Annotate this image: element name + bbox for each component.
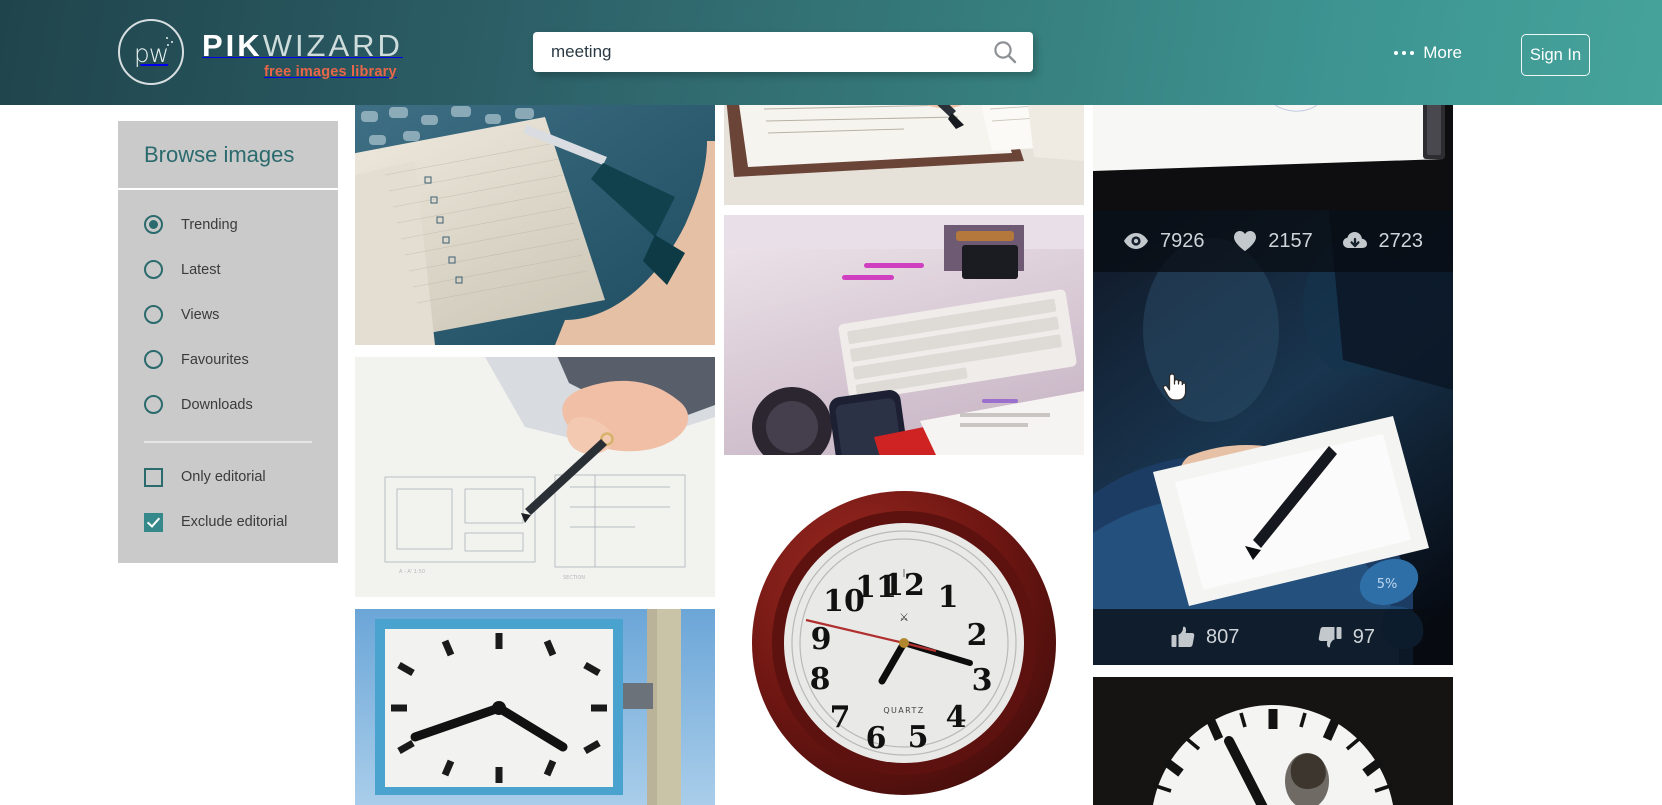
sidebar-item-favourites[interactable]: Favourites [118, 337, 338, 382]
search-bar[interactable] [533, 32, 1033, 72]
logo-circle-mark: pw [118, 19, 184, 85]
site-header: pw PIKWIZARD free images library More Si… [0, 0, 1662, 105]
radio-latest-icon[interactable] [144, 260, 163, 279]
logo-wordmark: PIKWIZARD free images library [202, 25, 403, 80]
svg-text:3: 3 [972, 663, 993, 698]
more-menu-button[interactable]: More [1393, 43, 1462, 63]
svg-text:SECTION: SECTION [563, 575, 585, 581]
svg-text:2: 2 [967, 618, 988, 653]
svg-text:8: 8 [810, 662, 831, 697]
svg-text:7: 7 [830, 700, 851, 735]
logo-name-light: WIZARD [262, 27, 403, 63]
image-stats-bottom-overlay: 807 97 [1093, 609, 1453, 665]
heart-icon [1234, 231, 1257, 251]
svg-text:4: 4 [946, 700, 967, 735]
stat-dislikes-value: 97 [1352, 625, 1375, 648]
svg-text:1: 1 [938, 580, 959, 615]
filter-label-exclude-editorial: Exclude editorial [181, 514, 288, 530]
sidebar-title: Browse images [118, 121, 338, 190]
site-logo[interactable]: pw PIKWIZARD free images library [118, 16, 403, 88]
photo-notebook-checklist [355, 105, 715, 345]
filter-item-exclude-editorial[interactable]: Exclude editorial [118, 500, 338, 545]
sidebar-item-latest[interactable]: Latest [118, 247, 338, 292]
editorial-filter-list: Only editorial Exclude editorial [118, 455, 338, 545]
stat-views-value: 7926 [1160, 229, 1205, 252]
stat-downloads: 2723 [1342, 229, 1424, 253]
search-icon [994, 41, 1017, 64]
radio-views-icon[interactable] [144, 305, 163, 324]
filter-item-only-editorial[interactable]: Only editorial [118, 455, 338, 500]
radio-favourites-icon[interactable] [144, 350, 163, 369]
logo-mark-text: pw [133, 39, 169, 68]
cloud-download-icon [1342, 232, 1367, 248]
stat-favourites-value: 2157 [1268, 229, 1313, 252]
stat-views: 7926 [1123, 230, 1205, 253]
stat-dislikes[interactable]: 97 [1318, 626, 1375, 649]
search-submit-button[interactable] [977, 32, 1033, 72]
photo-blueprint-drafting: A - A' 1:50 SECTION [355, 357, 715, 597]
photo-wall-clock: 12 1 2 3 4 5 6 7 8 9 10 11 QUARTZ ⚔ [724, 465, 1084, 805]
sidebar-label-views: Views [181, 306, 220, 323]
svg-text:5%: 5% [1377, 577, 1398, 592]
sort-option-list: Trending Latest Views Favourites Downloa… [118, 190, 338, 427]
image-card-street-clock[interactable] [355, 609, 715, 805]
eye-icon [1124, 233, 1148, 249]
image-card-desk-keyboard[interactable] [724, 215, 1084, 455]
stat-downloads-value: 2723 [1378, 229, 1424, 252]
image-card-blueprint-drafting[interactable]: A - A' 1:50 SECTION [355, 357, 715, 597]
logo-tagline: free images library [264, 63, 397, 80]
stat-favourites: 2157 [1233, 230, 1313, 253]
photo-street-clock [355, 609, 715, 805]
image-card-dark-wall-clock[interactable] [1093, 677, 1453, 805]
ellipsis-icon [1393, 50, 1415, 56]
filter-label-only-editorial: Only editorial [181, 469, 266, 485]
sidebar-divider [144, 441, 312, 443]
sidebar-label-trending: Trending [181, 216, 238, 233]
svg-text:A - A' 1:50: A - A' 1:50 [399, 569, 425, 575]
radio-trending-icon[interactable] [144, 215, 163, 234]
photo-meeting-notes: 5% [1093, 210, 1453, 665]
stat-likes-value: 807 [1206, 625, 1240, 648]
radio-downloads-icon[interactable] [144, 395, 163, 414]
search-input[interactable] [533, 32, 977, 72]
thumbs-down-icon [1318, 627, 1342, 648]
svg-text:QUARTZ: QUARTZ [883, 706, 924, 715]
browse-images-sidebar: Browse images Trending Latest Views Favo… [118, 121, 338, 563]
sidebar-label-latest: Latest [181, 261, 221, 278]
sidebar-item-downloads[interactable]: Downloads [118, 382, 338, 427]
checkbox-only-editorial-icon[interactable] [144, 467, 163, 487]
thumbs-up-icon [1171, 626, 1195, 647]
logo-name-bold: PIK [202, 27, 263, 63]
sidebar-item-trending[interactable]: Trending [118, 202, 338, 247]
image-card-notebook-checklist[interactable] [355, 105, 715, 345]
photo-dark-wall-clock [1093, 677, 1453, 805]
image-stats-top-overlay: 7926 2157 2723 [1093, 210, 1453, 272]
sidebar-label-downloads: Downloads [181, 396, 253, 413]
sign-in-button[interactable]: Sign In [1521, 34, 1590, 76]
svg-text:9: 9 [811, 622, 832, 657]
checkbox-exclude-editorial-icon[interactable] [144, 512, 163, 532]
image-card-wall-clock[interactable]: 12 1 2 3 4 5 6 7 8 9 10 11 QUARTZ ⚔ [724, 465, 1084, 805]
more-menu-label: More [1423, 43, 1462, 62]
sidebar-item-views[interactable]: Views [118, 292, 338, 337]
svg-text:5: 5 [908, 720, 929, 755]
stat-likes[interactable]: 807 [1171, 626, 1239, 649]
svg-text:⚔: ⚔ [899, 611, 909, 624]
svg-text:11: 11 [855, 570, 897, 605]
photo-desk-keyboard [724, 215, 1084, 455]
svg-text:6: 6 [866, 721, 887, 756]
sidebar-label-favourites: Favourites [181, 351, 249, 368]
image-card-meeting-notes[interactable]: 5% 7926 2157 2723 807 97 [1093, 210, 1453, 665]
